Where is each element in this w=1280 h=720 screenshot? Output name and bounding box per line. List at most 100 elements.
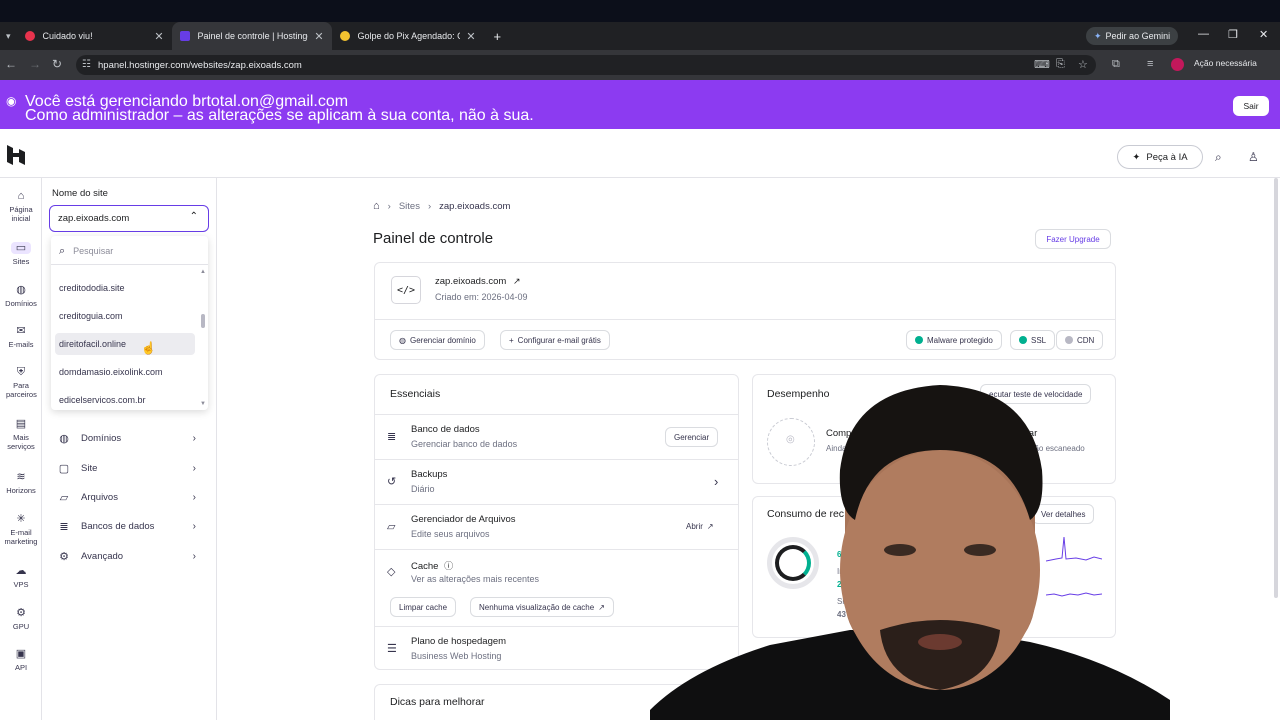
close-tab-icon[interactable]: ✕ xyxy=(314,30,323,43)
site-domain[interactable]: zap.eixoads.com ↗ xyxy=(435,276,520,287)
site-option[interactable]: creditododia.site xyxy=(55,277,195,299)
extensions-icon[interactable]: ⧉ xyxy=(1112,58,1120,71)
ssl-badge[interactable]: SSL xyxy=(1010,330,1056,350)
gemini-icon: ✦ xyxy=(1094,30,1102,41)
rail-item-api[interactable]: ▣ API xyxy=(0,648,42,672)
rail-item-services[interactable]: ▤ Mais serviços xyxy=(0,418,42,451)
hosting-row-title[interactable]: Plano de hospedagem xyxy=(411,636,506,647)
globe-icon: ◍ xyxy=(399,335,406,345)
clear-cache-button[interactable]: Limpar cache xyxy=(390,597,457,617)
file-manager-row-title[interactable]: Gerenciador de Arquivos xyxy=(411,514,516,525)
breadcrumb-sites[interactable]: Sites xyxy=(399,201,420,212)
tab-list-chevron-icon[interactable]: ▾ xyxy=(0,31,17,42)
sidebar-item-databases[interactable]: ≣ Bancos de dados › xyxy=(57,516,202,536)
site-name-label: Nome do site xyxy=(52,188,108,199)
sidebar-item-site[interactable]: ▢ Site › xyxy=(57,458,202,478)
rail-label: GPU xyxy=(12,622,30,631)
account-icon[interactable]: ♙ xyxy=(1248,150,1259,164)
close-tab-icon[interactable]: ✕ xyxy=(154,30,163,43)
reload-icon[interactable]: ↻ xyxy=(52,57,62,71)
rail-item-gpu[interactable]: ⚙ GPU xyxy=(0,607,42,631)
back-icon[interactable]: ← xyxy=(5,57,17,71)
webcam-person-overlay xyxy=(650,385,1170,720)
browser-tab-cuidado[interactable]: Cuidado viu! ✕ xyxy=(17,22,172,50)
database-row-subtitle: Gerenciar banco de dados xyxy=(411,439,518,449)
bookmark-star-icon[interactable]: ☆ xyxy=(1078,58,1088,71)
config-email-button[interactable]: + Configurar e-mail grátis xyxy=(500,330,610,350)
malware-badge[interactable]: Malware protegido xyxy=(906,330,1002,350)
upgrade-button[interactable]: Fazer Upgrade xyxy=(1035,229,1111,249)
browser-tab-painel[interactable]: Painel de controle | Hostinger ✕ xyxy=(171,22,332,50)
scroll-up-icon[interactable]: ▲ xyxy=(200,269,206,275)
restore-icon[interactable]: ❐ xyxy=(1228,28,1238,41)
sidebar-item-advanced[interactable]: ⚙ Avançado › xyxy=(57,546,202,566)
cdn-badge[interactable]: CDN xyxy=(1056,330,1104,350)
site-info-icon[interactable]: ☷ xyxy=(82,59,91,70)
manage-domain-button[interactable]: ◍ Gerenciar domínio xyxy=(390,330,485,350)
info-icon[interactable]: ⓘ xyxy=(444,561,453,571)
close-tab-icon[interactable]: ✕ xyxy=(466,30,475,43)
address-bar[interactable]: ☷ hpanel.hostinger.com/websites/zap.eixo… xyxy=(76,55,1096,75)
rail-item-emails[interactable]: ✉ E-mails xyxy=(0,325,42,349)
install-app-icon[interactable]: ⎘ xyxy=(1056,58,1065,71)
site-option[interactable]: domdamasio.eixolink.com xyxy=(55,361,195,383)
url-text: hpanel.hostinger.com/websites/zap.eixoad… xyxy=(98,59,302,71)
rail-label: Horizons xyxy=(6,486,36,495)
site-search-row[interactable]: ⌕ Pesquisar xyxy=(51,238,208,265)
close-window-icon[interactable]: ✕ xyxy=(1259,28,1268,41)
media-icon[interactable]: ≡ xyxy=(1147,58,1153,70)
rail-item-vps[interactable]: ☁ VPS xyxy=(0,565,42,589)
rail-item-sites[interactable]: ▭ Sites xyxy=(0,242,42,266)
action-required-label[interactable]: Ação necessária xyxy=(1194,58,1257,68)
database-row-title[interactable]: Banco de dados xyxy=(411,424,480,435)
site-select[interactable]: zap.eixoads.com ⌃ xyxy=(49,205,209,232)
tips-title: Dicas para melhorar xyxy=(390,696,485,708)
browser-tab-golpe[interactable]: Golpe do Pix Agendado: Como ✕ xyxy=(332,22,484,50)
sidebar-item-files[interactable]: ▱ Arquivos › xyxy=(57,487,202,507)
gemini-label: Pedir ao Gemini xyxy=(1105,31,1171,41)
rail-item-domains[interactable]: ◍ Domínios xyxy=(0,284,42,308)
site-option[interactable]: direitofacil.online xyxy=(55,333,195,355)
rail-item-partners[interactable]: ⛨ Para parceiros xyxy=(0,366,42,399)
sidebar-item-label: Site xyxy=(81,462,98,474)
translate-icon[interactable]: ⌨ xyxy=(1034,58,1050,71)
rail-label: VPS xyxy=(13,580,29,589)
gemini-button[interactable]: ✦ Pedir ao Gemini xyxy=(1086,27,1179,45)
backups-row-title[interactable]: Backups xyxy=(411,469,447,480)
code-icon: </> xyxy=(391,276,421,304)
chevron-right-icon: › xyxy=(192,550,196,562)
external-link-icon[interactable]: ↗ xyxy=(513,276,521,286)
folder-icon: ▱ xyxy=(59,491,69,504)
cdn-status-icon xyxy=(1065,336,1073,344)
site-option[interactable]: creditoguia.com xyxy=(55,305,195,327)
banner-subtitle: Como administrador – as alterações se ap… xyxy=(25,107,534,124)
pointer-cursor-icon: ☝ xyxy=(141,341,156,355)
cache-icon: ◇ xyxy=(387,566,396,578)
site-search-input[interactable]: Pesquisar xyxy=(73,246,113,256)
exit-button[interactable]: Sair xyxy=(1233,96,1269,116)
sidebar-item-domains[interactable]: ◍ Domínios › xyxy=(57,428,202,448)
scroll-down-icon[interactable]: ▼ xyxy=(200,401,206,407)
rail-item-home[interactable]: ⌂ Página inicial xyxy=(0,190,42,223)
rail-item-email-marketing[interactable]: ✳ E-mail marketing xyxy=(0,513,42,546)
gpu-icon: ⚙ xyxy=(16,607,26,619)
rail-label: Sites xyxy=(12,257,30,266)
cache-row-subtitle: Ver as alterações mais recentes xyxy=(411,574,540,584)
home-icon[interactable]: ⌂ xyxy=(373,200,380,212)
search-icon[interactable]: ⌕ xyxy=(1215,150,1222,165)
new-tab-button[interactable]: + xyxy=(484,29,502,44)
minimize-icon[interactable]: — xyxy=(1198,28,1209,40)
ask-ai-button[interactable]: ✦ Peça à IA xyxy=(1117,145,1203,169)
forward-icon[interactable]: → xyxy=(29,57,41,71)
rail-label: E-mail marketing xyxy=(4,528,38,546)
email-marketing-icon: ✳ xyxy=(16,513,26,525)
site-option[interactable]: edicelservicos.com.br xyxy=(55,389,195,411)
home-icon: ⌂ xyxy=(17,190,25,202)
rail-item-horizons[interactable]: ≋ Horizons xyxy=(0,471,42,495)
cache-preview-button[interactable]: Nenhuma visualização de cache ↗ xyxy=(470,597,614,617)
dropdown-scrollbar[interactable] xyxy=(201,314,205,328)
page-scrollbar[interactable] xyxy=(1274,178,1278,598)
profile-avatar-icon[interactable] xyxy=(1171,58,1184,71)
hostinger-logo-icon[interactable] xyxy=(7,145,25,165)
os-top-bar xyxy=(0,0,1280,22)
